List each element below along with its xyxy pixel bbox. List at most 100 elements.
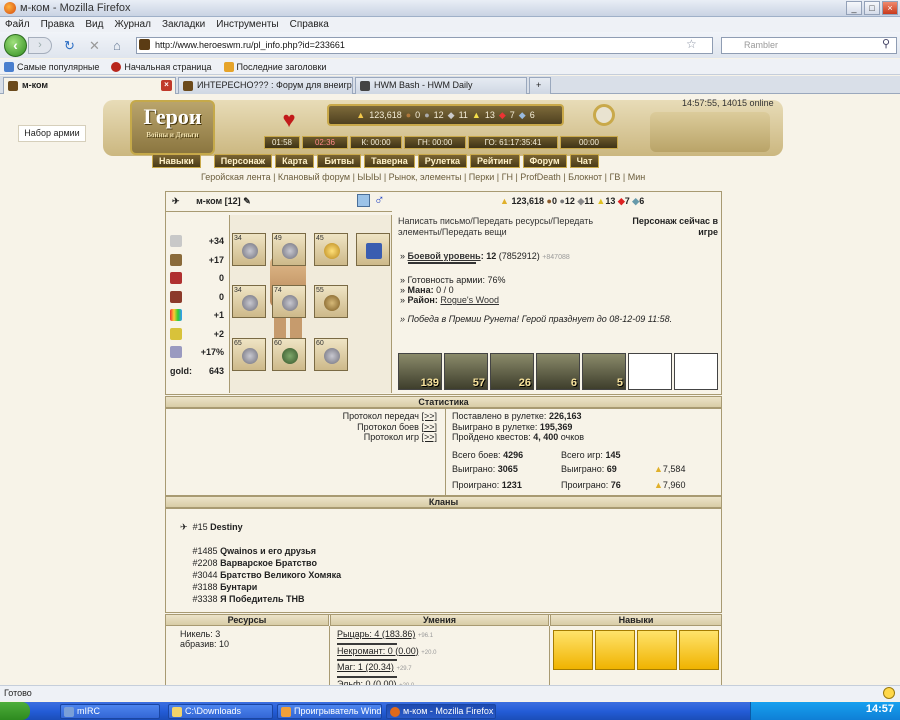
nav-battles[interactable]: Битвы (317, 154, 362, 168)
column-divider (329, 626, 330, 686)
equip-slot-boots[interactable]: 60 (272, 338, 306, 371)
site-favicon (139, 39, 150, 50)
menu-history[interactable]: Журнал (114, 19, 151, 30)
menu-bookmarks[interactable]: Закладки (162, 19, 205, 30)
clan-list: ✈ #15 Destiny #1485 Qwainos и его друзья… (180, 521, 341, 605)
crystal-icon: ◆ (617, 196, 625, 206)
bookmark-star-icon[interactable]: ☆ (686, 37, 697, 51)
army-slot-empty (628, 353, 672, 390)
spellpower-icon (170, 272, 182, 285)
stop-icon[interactable]: ✕ (89, 38, 100, 54)
site-logo[interactable]: Герои Войны и Деньги (130, 100, 215, 155)
clan-sword-icon: ✈ (180, 522, 188, 532)
firefox-icon (4, 2, 16, 14)
perk-slot-1[interactable] (553, 630, 593, 670)
nav-rating[interactable]: Рейтинг (470, 154, 520, 168)
equip-slot-book[interactable] (356, 233, 390, 266)
equip-slot-spear[interactable]: 60 (314, 338, 348, 371)
menu-file[interactable]: Файл (5, 19, 30, 30)
mercury-icon: ◆ (447, 109, 455, 120)
clan-item[interactable]: ✈ #15 Destiny (180, 521, 341, 533)
menu-edit[interactable]: Правка (41, 19, 75, 30)
tab-close-icon[interactable]: × (161, 80, 172, 91)
home-icon[interactable]: ⌂ (113, 38, 121, 53)
task-firefox[interactable]: м-ком - Mozilla Firefox (386, 703, 496, 719)
protocol-transfers[interactable]: Протокол передач [>>] (300, 411, 437, 422)
equip-slot-armor[interactable]: 74 (272, 285, 306, 318)
bookmark-start-page[interactable]: Начальная страница (111, 61, 212, 72)
skills-header: Умения (330, 614, 549, 626)
army-unit-2[interactable]: 57 (444, 353, 488, 390)
search-input[interactable]: Rambler (721, 37, 897, 54)
timer-k: К: 00:00 (350, 136, 402, 149)
district: » Район: Rogue's Wood (400, 295, 499, 305)
army-set-button[interactable]: Набор армии (18, 125, 86, 142)
nav-skills[interactable]: Навыки (152, 154, 201, 168)
army-unit-5[interactable]: 5 (582, 353, 626, 390)
nav-character[interactable]: Персонаж (213, 154, 273, 168)
tab-forum[interactable]: ИНТЕРЕСНО??? : Форум для внеигров... (178, 77, 353, 94)
url-bar[interactable]: http://www.heroeswm.ru/pl_info.php?id=23… (136, 37, 713, 54)
equip-slot-shield[interactable]: 55 (314, 285, 348, 318)
task-mirc[interactable]: mIRC (60, 703, 160, 719)
bookmark-most-visited[interactable]: Самые популярные (4, 61, 99, 72)
army-unit-1[interactable]: 139 (398, 353, 442, 390)
character-actions-link[interactable]: Написать письмо/Передать ресурсы/Передат… (398, 216, 628, 238)
new-tab-button[interactable]: + (529, 77, 551, 94)
nav-map[interactable]: Карта (275, 154, 315, 168)
start-button[interactable] (0, 702, 30, 720)
equip-slot-weapon[interactable]: 65 (232, 338, 266, 371)
maximize-button[interactable]: □ (864, 1, 880, 15)
clan-item[interactable]: #3338 Я Победитель ТНВ (180, 593, 341, 605)
mana: » Мана: 0 / 0 (400, 285, 454, 295)
sulfur-icon: ▲ (471, 110, 481, 120)
task-media-player[interactable]: Проигрыватель Wind... (277, 703, 382, 719)
district-link[interactable]: Rogue's Wood (440, 295, 499, 305)
clan-item[interactable]: #3044 Братство Великого Хомяка (180, 569, 342, 581)
close-button[interactable]: × (882, 1, 898, 15)
menu-tools[interactable]: Инструменты (216, 19, 278, 30)
bookmark-latest-headlines[interactable]: Последние заголовки (223, 61, 326, 72)
quick-links[interactable]: Геройская лента | Клановый форум | ЫЫЫ |… (201, 172, 645, 182)
info-book-icon[interactable] (357, 194, 370, 207)
forward-button[interactable]: › (28, 37, 52, 54)
task-downloads[interactable]: C:\Downloads (168, 703, 273, 719)
nav-forum[interactable]: Форум (522, 154, 567, 168)
equip-slot-helmet[interactable]: 49 (272, 233, 306, 266)
total-battles: Всего боев: 4296 (452, 450, 524, 460)
perk-slot-4[interactable] (679, 630, 719, 670)
resource-item: абразив: 10 (180, 639, 230, 649)
character-name[interactable]: м-ком (196, 196, 222, 206)
tab-hwm-bash[interactable]: HWM Bash - HWM Daily (355, 77, 527, 94)
army-unit-4[interactable]: 6 (536, 353, 580, 390)
skill-mage[interactable]: Маг: 1 (20.34) +29.7 (337, 662, 436, 678)
nav-tavern[interactable]: Таверна (364, 154, 415, 168)
nav-roulette[interactable]: Рулетка (417, 154, 468, 168)
equip-slot-ring-2[interactable]: 34 (232, 285, 266, 318)
clan-item[interactable]: #2208 Варварское Братство (180, 557, 341, 569)
nav-chat[interactable]: Чат (569, 154, 600, 168)
equip-slot-ring[interactable]: 34 (232, 233, 266, 266)
protocol-games[interactable]: Протокол игр [>>] (300, 432, 437, 443)
perk-slot-3[interactable] (637, 630, 677, 670)
back-button[interactable]: ‹ (4, 34, 27, 57)
tab-favicon (8, 81, 18, 91)
clan-item[interactable]: #1485 Qwainos и его друзья (180, 545, 341, 557)
reload-icon[interactable]: ↻ (64, 38, 75, 54)
menu-view[interactable]: Вид (85, 19, 103, 30)
minimize-button[interactable]: _ (846, 1, 862, 15)
skill-necromancer[interactable]: Некромант: 0 (0.00) +20.0 (337, 646, 436, 661)
status-text: Готово (4, 688, 32, 698)
gold-icon: ▲ (654, 480, 663, 490)
tab-m-kom[interactable]: м-ком × (3, 77, 176, 94)
equip-slot-amulet[interactable]: 45 (314, 233, 348, 266)
clan-item[interactable]: #3188 Бунтари (180, 581, 341, 593)
protocol-battles[interactable]: Протокол боев [>>] (300, 422, 437, 433)
army-unit-3[interactable]: 26 (490, 353, 534, 390)
skill-knight[interactable]: Рыцарь: 4 (183.86) +96.1 (337, 629, 436, 645)
server-time-online: 14:57:55, 14015 online (682, 98, 774, 108)
clan-sword-icon: ✈ (172, 196, 180, 206)
search-icon[interactable]: ⚲ (882, 37, 890, 50)
perk-slot-2[interactable] (595, 630, 635, 670)
menu-help[interactable]: Справка (290, 19, 329, 30)
